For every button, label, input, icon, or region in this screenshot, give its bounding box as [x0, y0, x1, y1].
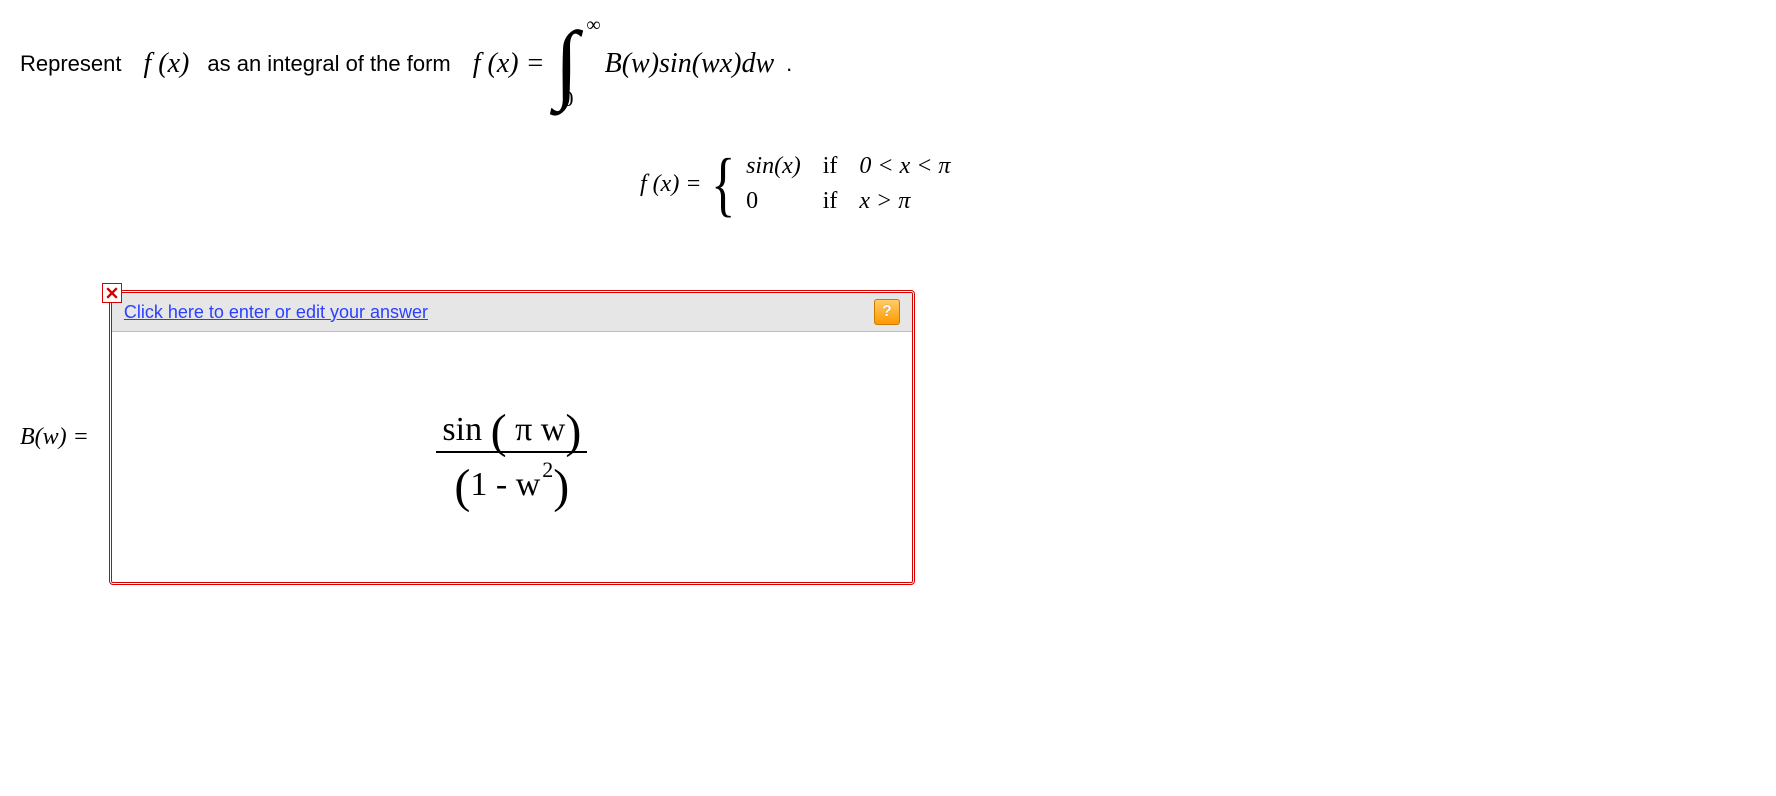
fraction-numerator: sin ( π w)	[436, 411, 587, 451]
fraction-denominator: (1 - w2)	[436, 451, 587, 504]
answer-box: Click here to enter or edit your answer …	[109, 290, 915, 585]
brace-icon: {	[711, 148, 735, 220]
sin-text: sin	[442, 411, 482, 448]
pw-row2-cond: x > π	[859, 188, 950, 215]
piecewise-lhs: f (x) =	[640, 171, 702, 198]
integral-symbol: ∫ ∞ 0	[554, 20, 578, 108]
answer-box-body[interactable]: sin ( π w) (1 - w2)	[112, 332, 912, 582]
word-represent: Represent	[20, 51, 122, 77]
answer-fraction: sin ( π w) (1 - w2)	[436, 411, 587, 504]
bw-label: B(w) =	[20, 424, 89, 451]
sin-arg: π w	[507, 411, 566, 448]
pw-row2-if: if	[823, 188, 838, 215]
pw-row1-value: sin(x)	[746, 153, 801, 180]
edit-answer-link[interactable]: Click here to enter or edit your answer	[124, 302, 428, 323]
math-fx-1: f (x)	[144, 48, 190, 80]
help-icon: ?	[882, 303, 892, 321]
integrand: B(w)sin(wx)dw	[605, 48, 775, 80]
answer-box-header: Click here to enter or edit your answer …	[112, 293, 912, 332]
integral-lower: 0	[562, 86, 573, 112]
period: .	[786, 51, 792, 77]
integral-upper: ∞	[586, 14, 600, 37]
pw-row2-value: 0	[746, 188, 801, 215]
help-button[interactable]: ?	[874, 299, 900, 325]
piecewise-definition: f (x) = { sin(x) if 0 < x < π 0 if x > π	[640, 148, 1756, 220]
den-text: 1 - w	[470, 466, 540, 503]
word-mid: as an integral of the form	[207, 51, 450, 77]
question-line-1: Represent f (x) as an integral of the fo…	[20, 20, 1756, 108]
incorrect-icon	[102, 283, 122, 303]
pw-row1-if: if	[823, 153, 838, 180]
answer-row: B(w) = Click here to enter or edit your …	[20, 290, 1756, 585]
den-exp: 2	[542, 457, 553, 482]
math-eq-lhs: f (x) =	[473, 48, 545, 80]
pw-row1-cond: 0 < x < π	[859, 153, 950, 180]
